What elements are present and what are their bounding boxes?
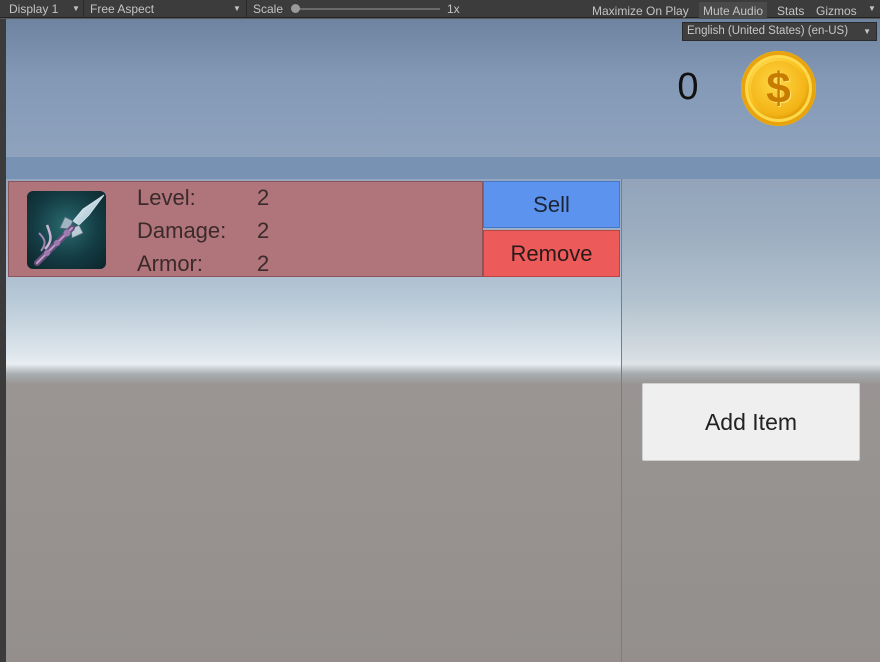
display-chevron-down-icon[interactable]: ▼ [72, 4, 80, 13]
toolbar-divider [246, 0, 247, 18]
scale-value: 1x [447, 2, 460, 16]
chevron-down-icon: ▼ [863, 27, 871, 36]
stat-damage-value: 2 [257, 218, 270, 243]
language-dropdown[interactable]: English (United States) (en-US) ▼ [682, 22, 877, 41]
stat-level-label: Level: [137, 185, 196, 210]
remove-button[interactable]: Remove [483, 230, 620, 277]
stat-damage-label: Damage: [137, 218, 227, 243]
stat-armor-value: 2 [257, 251, 270, 276]
game-view-toolbar: Display 1 ▼ Free Aspect ▼ Scale 1x Maxim… [0, 0, 880, 20]
coin-count: 0 [677, 66, 699, 108]
toolbar-divider [83, 0, 84, 18]
gizmos-dropdown[interactable]: Gizmos [812, 2, 861, 20]
coin-symbol: $ [751, 61, 806, 116]
scale-slider-handle[interactable] [291, 4, 300, 13]
scale-label: Scale [253, 2, 284, 16]
stat-armor-label: Armor: [137, 251, 203, 276]
stats-toggle[interactable]: Stats [773, 2, 808, 20]
inventory-item-row: Level: 2 Damage: 2 Armor: 2 [8, 181, 483, 277]
aspect-dropdown[interactable]: Free Aspect [90, 2, 154, 16]
mute-audio-toggle[interactable]: Mute Audio [699, 2, 768, 20]
sell-button[interactable]: Sell [483, 181, 620, 228]
maximize-on-play-toggle[interactable]: Maximize On Play [588, 2, 693, 20]
header-band [6, 157, 880, 179]
scale-slider-track[interactable] [296, 8, 440, 10]
aspect-chevron-down-icon[interactable]: ▼ [233, 4, 241, 13]
dollar-coin-icon: $ [741, 51, 816, 126]
stat-level-value: 2 [257, 185, 270, 210]
display-dropdown[interactable]: Display 1 [9, 2, 58, 16]
gizmos-chevron-down-icon[interactable]: ▼ [868, 4, 876, 13]
language-selected: English (United States) (en-US) [687, 25, 849, 37]
spear-icon [27, 191, 106, 269]
spear-icon-graphic [34, 194, 105, 266]
add-item-button[interactable]: Add Item [642, 383, 860, 461]
